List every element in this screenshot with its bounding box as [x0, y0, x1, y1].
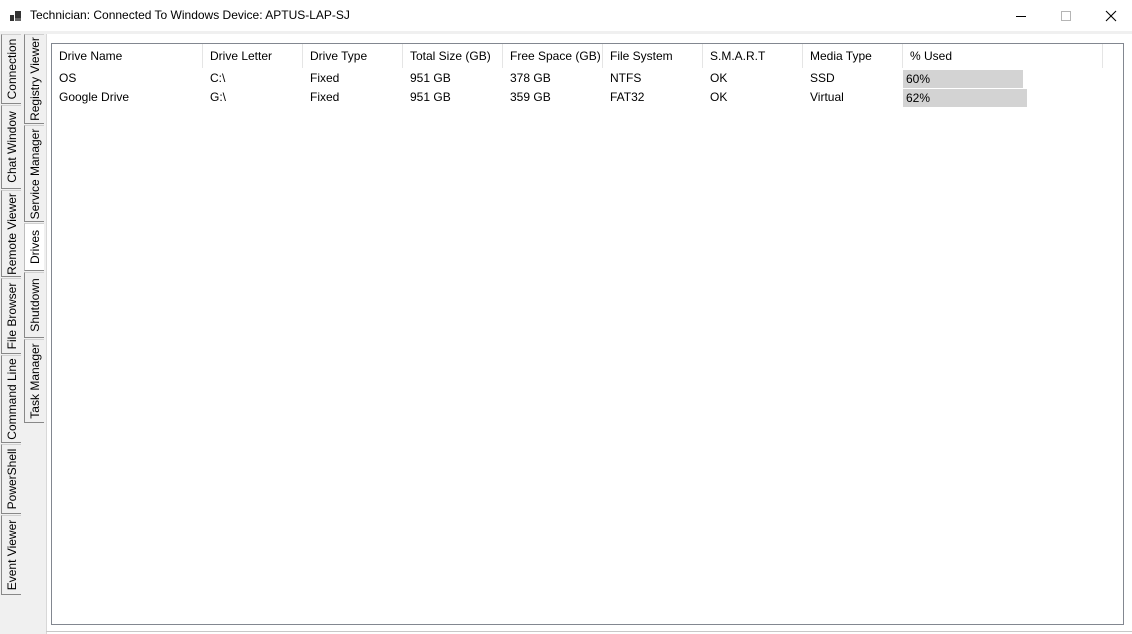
- smart-cell: OK: [710, 90, 728, 104]
- minimize-icon: [1015, 15, 1026, 17]
- tab-service-manager[interactable]: Service Manager: [24, 125, 44, 222]
- smart-cell: OK: [710, 71, 728, 85]
- tab-remote-viewer[interactable]: Remote Viewer: [1, 190, 21, 277]
- column-header-free-space[interactable]: Free Space (GB): [503, 44, 603, 68]
- app-icon: [10, 11, 21, 21]
- tab-label: Service Manager: [27, 128, 42, 219]
- drive-name-cell: Google Drive: [59, 90, 130, 104]
- column-header-percent-used[interactable]: % Used: [903, 44, 1103, 68]
- drives-list[interactable]: Drive Name Drive Letter Drive Type Total…: [51, 43, 1124, 625]
- usage-percent: 60%: [906, 72, 931, 86]
- tab-label: Drives: [27, 229, 42, 265]
- tab-label: Remote Viewer: [4, 192, 19, 275]
- drive-letter-cell: G:\: [210, 90, 227, 104]
- column-header-total-size[interactable]: Total Size (GB): [403, 44, 503, 68]
- table-row[interactable]: OS C:\ Fixed 951 GB 378 GB NTFS OK SSD 6…: [52, 69, 1123, 88]
- list-header: Drive Name Drive Letter Drive Type Total…: [52, 44, 1123, 68]
- tab-connection[interactable]: Connection: [1, 34, 21, 104]
- tab-label: Chat Window: [4, 111, 19, 183]
- column-header-file-system[interactable]: File System: [603, 44, 703, 68]
- usage-bar: 62%: [903, 89, 1027, 107]
- tab-event-viewer[interactable]: Event Viewer: [1, 515, 21, 595]
- tab-label: Connection: [4, 38, 19, 100]
- tab-label: Registry Viewer: [27, 37, 42, 121]
- file-system-cell: NTFS: [610, 71, 642, 85]
- tab-drives[interactable]: Drives: [24, 223, 44, 271]
- usage-bar: 60%: [903, 70, 1023, 88]
- maximize-icon: [1060, 10, 1071, 21]
- file-system-cell: FAT32: [610, 90, 645, 104]
- tab-chat-window[interactable]: Chat Window: [1, 105, 21, 189]
- table-row[interactable]: Google Drive G:\ Fixed 951 GB 359 GB FAT…: [52, 88, 1123, 107]
- drive-letter-cell: C:\: [210, 71, 226, 85]
- close-button[interactable]: [1088, 0, 1132, 31]
- free-space-cell: 359 GB: [510, 90, 551, 104]
- column-header-smart[interactable]: S.M.A.R.T: [703, 44, 803, 68]
- column-header-drive-name[interactable]: Drive Name: [52, 44, 203, 68]
- tab-label: File Browser: [4, 282, 19, 350]
- total-size-cell: 951 GB: [410, 71, 451, 85]
- technician-window: Technician: Connected To Windows Device:…: [0, 0, 1132, 634]
- tab-registry-viewer[interactable]: Registry Viewer: [24, 34, 44, 124]
- tab-task-manager[interactable]: Task Manager: [24, 339, 44, 423]
- media-type-cell: Virtual: [810, 90, 844, 104]
- tab-label: PowerShell: [4, 448, 19, 510]
- tab-label: Task Manager: [27, 343, 42, 419]
- drive-name-cell: OS: [59, 71, 77, 85]
- tab-label: Shutdown: [27, 278, 42, 332]
- column-header-drive-letter[interactable]: Drive Letter: [203, 44, 303, 68]
- usage-percent: 62%: [906, 91, 931, 105]
- panel-bottom-border: [46, 631, 1132, 632]
- title-bar[interactable]: Technician: Connected To Windows Device:…: [0, 0, 1132, 31]
- tab-command-line[interactable]: Command Line: [1, 355, 21, 443]
- tab-shutdown[interactable]: Shutdown: [24, 272, 44, 338]
- close-icon: [1105, 10, 1116, 21]
- column-header-drive-type[interactable]: Drive Type: [303, 44, 403, 68]
- maximize-button[interactable]: [1043, 0, 1088, 31]
- tab-file-browser[interactable]: File Browser: [1, 278, 21, 354]
- free-space-cell: 378 GB: [510, 71, 551, 85]
- tab-powershell[interactable]: PowerShell: [1, 444, 21, 514]
- drive-type-cell: Fixed: [310, 90, 340, 104]
- tab-label: Event Viewer: [4, 519, 19, 591]
- window-title: Technician: Connected To Windows Device:…: [30, 8, 350, 22]
- total-size-cell: 951 GB: [410, 90, 451, 104]
- tab-label: Command Line: [4, 358, 19, 440]
- media-type-cell: SSD: [810, 71, 835, 85]
- column-header-media-type[interactable]: Media Type: [803, 44, 903, 68]
- minimize-button[interactable]: [998, 0, 1043, 31]
- drive-type-cell: Fixed: [310, 71, 340, 85]
